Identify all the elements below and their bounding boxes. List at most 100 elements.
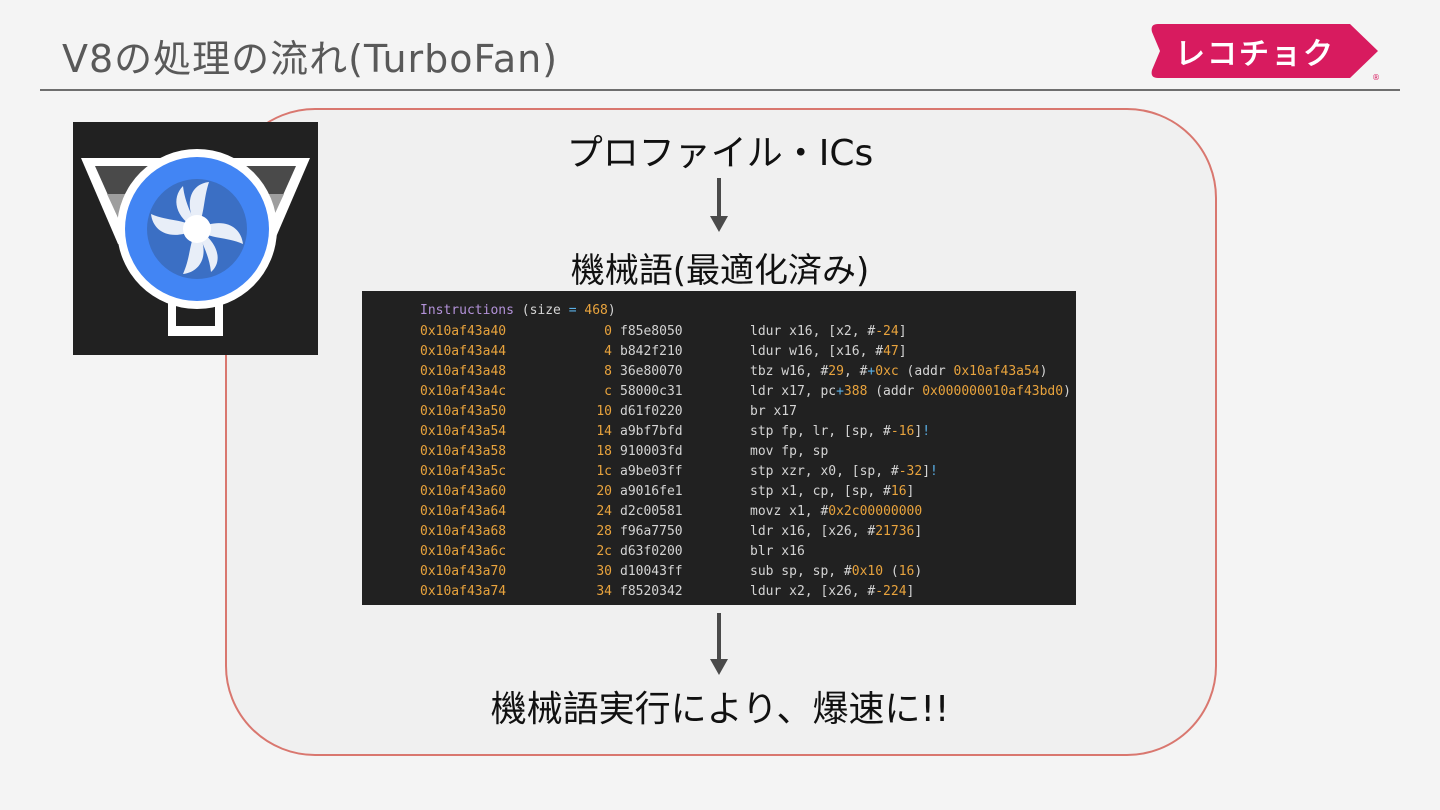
code-hex: d63f0200 [620, 544, 683, 559]
code-token: ! [922, 424, 931, 439]
code-offset: 4 [604, 344, 612, 359]
code-token: -16 [890, 424, 915, 439]
turbofan-logo-icon [73, 122, 318, 355]
code-token: ] [922, 464, 931, 479]
code-token: 47 [883, 344, 899, 359]
code-header-size: 468 [576, 303, 608, 318]
code-hex: d61f0220 [620, 404, 683, 419]
code-instruction: ldr x16, [x26, #21736] [750, 522, 922, 542]
code-offset: 18 [596, 444, 612, 459]
code-offset: 2c [596, 544, 612, 559]
code-offset: 8 [604, 364, 612, 379]
slide-title: V8の処理の流れ(TurboFan) [62, 37, 559, 81]
code-hex: d10043ff [620, 564, 683, 579]
title-divider [40, 89, 1400, 91]
code-address: 0x10af43a48 [420, 364, 507, 379]
code-instruction: sub sp, sp, #0x10 (16) [750, 562, 922, 582]
code-token: 0xc [875, 364, 899, 379]
code-offset: c [604, 384, 612, 399]
code-address: 0x10af43a58 [420, 444, 507, 459]
code-hex: a9be03ff [620, 464, 683, 479]
code-address: 0x10af43a68 [420, 524, 507, 539]
code-instruction: movz x1, #0x2c00000000 [750, 502, 922, 522]
code-token: ) [1039, 364, 1048, 379]
code-token: -32 [898, 464, 923, 479]
code-address: 0x10af43a4c [420, 384, 507, 399]
code-hex: a9bf7bfd [620, 424, 683, 439]
code-address: 0x10af43a70 [420, 564, 507, 579]
logo-registered-mark: ® [1372, 73, 1380, 82]
code-offset: 20 [596, 484, 612, 499]
flow-step-execution: 機械語実行により、爆速に!! [490, 689, 950, 730]
code-instruction: ldur w16, [x16, #47] [750, 342, 907, 362]
code-hex: f85e8050 [620, 324, 683, 339]
code-offset: 28 [596, 524, 612, 539]
code-instruction: ldur x2, [x26, #-224] [750, 582, 914, 602]
code-instruction: br x17 [750, 402, 797, 422]
code-token: 0x10 [851, 564, 884, 579]
code-token: 0x2c00000000 [828, 504, 923, 519]
code-header-keyword: Instructions [420, 303, 514, 318]
code-offset: 14 [596, 424, 612, 439]
code-token: + [836, 384, 844, 399]
code-header-eq: = [568, 303, 577, 318]
code-hex: b842f210 [620, 344, 683, 359]
code-token: 0x10af43a54 [953, 364, 1040, 379]
code-instruction: mov fp, sp [750, 442, 828, 462]
code-address: 0x10af43a64 [420, 504, 507, 519]
code-address: 0x10af43a74 [420, 584, 507, 599]
machine-code-listing: Instructions (size = 468) 0x10af43a40 0 f8… [362, 291, 1076, 605]
code-address: 0x10af43a5c [420, 464, 507, 479]
code-token: stp xzr, x0, [sp, # [750, 464, 899, 479]
code-token: blr x16 [750, 544, 805, 559]
code-instruction: ldur x16, [x2, #-24] [750, 322, 907, 342]
code-address: 0x10af43a54 [420, 424, 507, 439]
code-offset: 30 [596, 564, 612, 579]
flow-step-machine-code-optimized: 機械語(最適化済み) [570, 251, 870, 291]
code-token: ldur x16, [x2, # [750, 324, 876, 339]
code-token: ) [914, 564, 923, 579]
code-hex: a9016fe1 [620, 484, 683, 499]
code-token: ( [883, 564, 899, 579]
code-token: ) [1063, 384, 1071, 399]
code-token: 0x000000010af43bd0 [922, 384, 1064, 399]
code-token: sub sp, sp, # [750, 564, 852, 579]
code-hex: 910003fd [620, 444, 683, 459]
code-address: 0x10af43a40 [420, 324, 507, 339]
code-token: ldr x16, [x26, # [750, 524, 876, 539]
code-token: ] [914, 524, 923, 539]
code-header-close: ) [607, 303, 616, 318]
flow-step-profile-ics: プロファイル・ICs [566, 133, 874, 174]
code-offset: 0 [604, 324, 612, 339]
code-address: 0x10af43a44 [420, 344, 507, 359]
code-offset: 1c [596, 464, 612, 479]
code-token: tbz w16, # [750, 364, 829, 379]
code-token: ] [906, 584, 915, 599]
turbofan-svg [81, 149, 310, 336]
code-hex: 58000c31 [620, 384, 683, 399]
code-token: 21736 [875, 524, 915, 539]
code-hex: 36e80070 [620, 364, 683, 379]
code-offset: 24 [596, 504, 612, 519]
code-offset: 34 [596, 584, 612, 599]
code-offset: 10 [596, 404, 612, 419]
recochoku-logo: レコチョク ® [1150, 24, 1380, 82]
code-token: ] [898, 324, 907, 339]
code-token: mov fp, sp [750, 444, 829, 459]
code-address: 0x10af43a60 [420, 484, 507, 499]
code-instruction: tbz w16, #29, #+0xc (addr 0x10af43a54) [750, 362, 1047, 382]
code-token: -24 [875, 324, 899, 339]
code-token: stp x1, cp, [sp, # [750, 484, 891, 499]
code-instruction: stp xzr, x0, [sp, #-32]! [750, 462, 938, 482]
flow-arrow-1 [710, 178, 728, 232]
code-token: 29 [828, 364, 844, 379]
code-hex: d2c00581 [620, 504, 683, 519]
code-token: ] [906, 484, 915, 499]
code-address: 0x10af43a50 [420, 404, 507, 419]
code-hex: f96a7750 [620, 524, 683, 539]
code-token: ! [930, 464, 938, 479]
code-token: , # [843, 364, 868, 379]
code-header: Instructions (size = 468) [420, 303, 616, 318]
code-address: 0x10af43a6c [420, 544, 507, 559]
code-hex: f8520342 [620, 584, 683, 599]
